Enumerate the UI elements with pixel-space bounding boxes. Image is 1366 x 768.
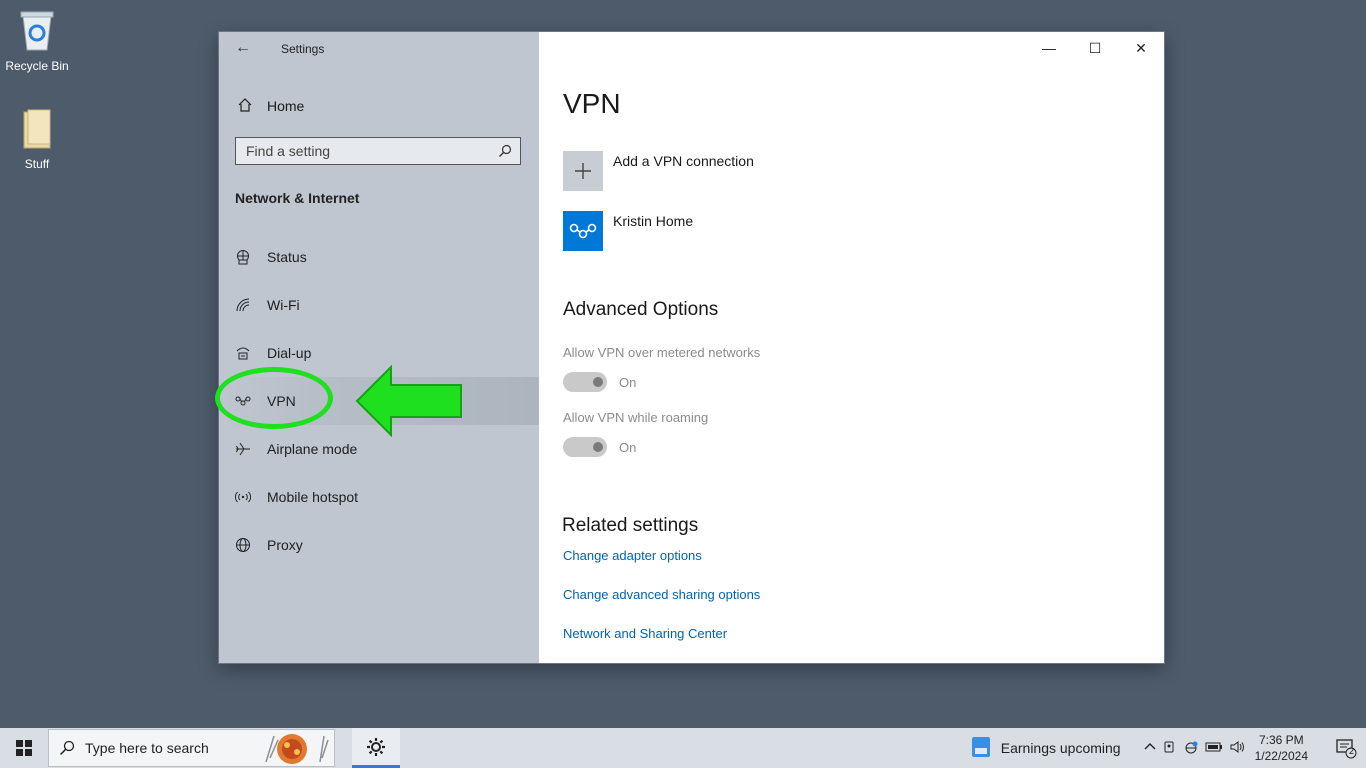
system-tray: Earnings upcoming 7:36 PM 1/22/2024 2 [971,728,1366,768]
sidebar-item-label: Airplane mode [267,441,358,457]
search-icon[interactable] [498,144,512,158]
clock[interactable]: 7:36 PM 1/22/2024 [1255,732,1308,764]
windows-logo-icon [16,740,32,756]
sidebar-nav: Status Wi-Fi Dial-up VPN Airplane mode M… [219,233,539,569]
chevron-up-icon[interactable] [1143,740,1157,757]
recycle-bin-icon [1,8,73,55]
sidebar-item-label: Proxy [267,537,303,553]
taskbar-app-settings[interactable] [352,728,400,768]
desktop-icon-stuff[interactable]: Stuff [1,108,73,171]
sidebar: ← Settings Home Network & Internet Statu… [215,32,539,663]
maximize-button[interactable]: ☐ [1072,32,1118,64]
toggle-state: On [619,374,637,390]
sidebar-item-dialup[interactable]: Dial-up [219,329,539,377]
sidebar-item-proxy[interactable]: Proxy [219,521,539,569]
globe-icon [235,537,251,553]
clock-time: 7:36 PM [1258,733,1304,747]
notification-count: 2 [1348,746,1354,756]
add-vpn-label: Add a VPN connection [613,153,754,169]
main-content: — ☐ ✕ VPN Add a VPN connection Kristin H… [539,32,1164,663]
status-globe-icon [235,249,251,265]
sidebar-item-label: VPN [267,393,296,409]
vpn-icon [235,393,251,409]
network-icon[interactable] [1183,740,1199,757]
start-button[interactable] [0,728,48,768]
sidebar-item-label: Dial-up [267,345,312,361]
sidebar-item-mobile-hotspot[interactable]: Mobile hotspot [219,473,539,521]
taskbar: Earnings upcoming 7:36 PM 1/22/2024 [0,728,1366,768]
link-change-adapter-options[interactable]: Change adapter options [563,548,702,563]
link-network-sharing-center[interactable]: Network and Sharing Center [563,626,727,641]
folder-icon [1,108,73,153]
news-widget[interactable]: Earnings upcoming [971,736,1121,761]
search-highlight-doodle-icon [265,734,329,764]
gear-icon [367,737,385,756]
minimize-button[interactable]: — [1026,32,1072,64]
sidebar-item-label: Home [267,98,305,114]
sidebar-item-label: Status [267,249,307,265]
sidebar-item-status[interactable]: Status [219,233,539,281]
airplane-icon [235,441,251,457]
clock-date: 1/22/2024 [1254,749,1308,763]
close-button[interactable]: ✕ [1118,32,1164,64]
news-text: Earnings upcoming [1000,740,1121,756]
link-change-advanced-sharing[interactable]: Change advanced sharing options [563,587,760,602]
settings-window: ← Settings Home Network & Internet Statu… [215,32,1164,663]
sidebar-item-label: Wi-Fi [267,297,300,313]
vpn-connection-item[interactable]: Kristin Home [563,211,693,251]
window-controls: — ☐ ✕ [1026,32,1164,64]
home-icon [235,97,255,116]
sidebar-item-airplane-mode[interactable]: Airplane mode [219,425,539,473]
wifi-icon [235,297,251,313]
volume-icon[interactable] [1229,740,1245,757]
vpn-connection-name: Kristin Home [613,213,694,229]
window-title: Settings [281,42,325,56]
back-arrow-icon[interactable]: ← [233,38,253,58]
advanced-options-title: Advanced Options [563,299,719,320]
dialup-icon [235,345,251,361]
option-label-metered: Allow VPN over metered networks [563,345,761,360]
option-label-roaming: Allow VPN while roaming [563,410,709,425]
hotspot-icon [235,489,251,505]
sidebar-item-label: Mobile hotspot [267,489,359,505]
desktop-icon-label: Stuff [24,157,50,171]
sidebar-item-home[interactable]: Home [235,95,525,117]
find-setting-search[interactable] [235,137,521,165]
sidebar-item-wifi[interactable]: Wi-Fi [219,281,539,329]
news-icon [971,736,991,761]
toggle-metered[interactable]: On [563,372,636,392]
tray-icons [1143,740,1245,757]
add-vpn-connection-button[interactable]: Add a VPN connection [563,151,754,191]
sidebar-item-vpn[interactable]: VPN [219,377,539,425]
notification-center-button[interactable]: 2 [1326,737,1366,759]
plus-icon [563,151,603,191]
related-settings-title: Related settings [562,515,699,536]
toggle-track[interactable] [563,437,607,457]
toggle-roaming[interactable]: On [563,437,636,457]
vpn-connection-icon [563,211,603,251]
toggle-track[interactable] [563,372,607,392]
taskbar-search-input[interactable] [83,739,247,757]
toggle-state: On [619,439,637,455]
taskbar-search[interactable] [48,729,335,767]
search-icon [59,740,75,756]
search-input[interactable] [244,142,498,160]
page-title: VPN [563,88,621,119]
meet-now-icon[interactable] [1163,740,1177,757]
desktop-icon-recycle-bin[interactable]: Recycle Bin [1,8,73,73]
battery-icon[interactable] [1205,741,1223,756]
desktop-icon-label: Recycle Bin [5,59,69,73]
section-title: Network & Internet [235,190,360,206]
